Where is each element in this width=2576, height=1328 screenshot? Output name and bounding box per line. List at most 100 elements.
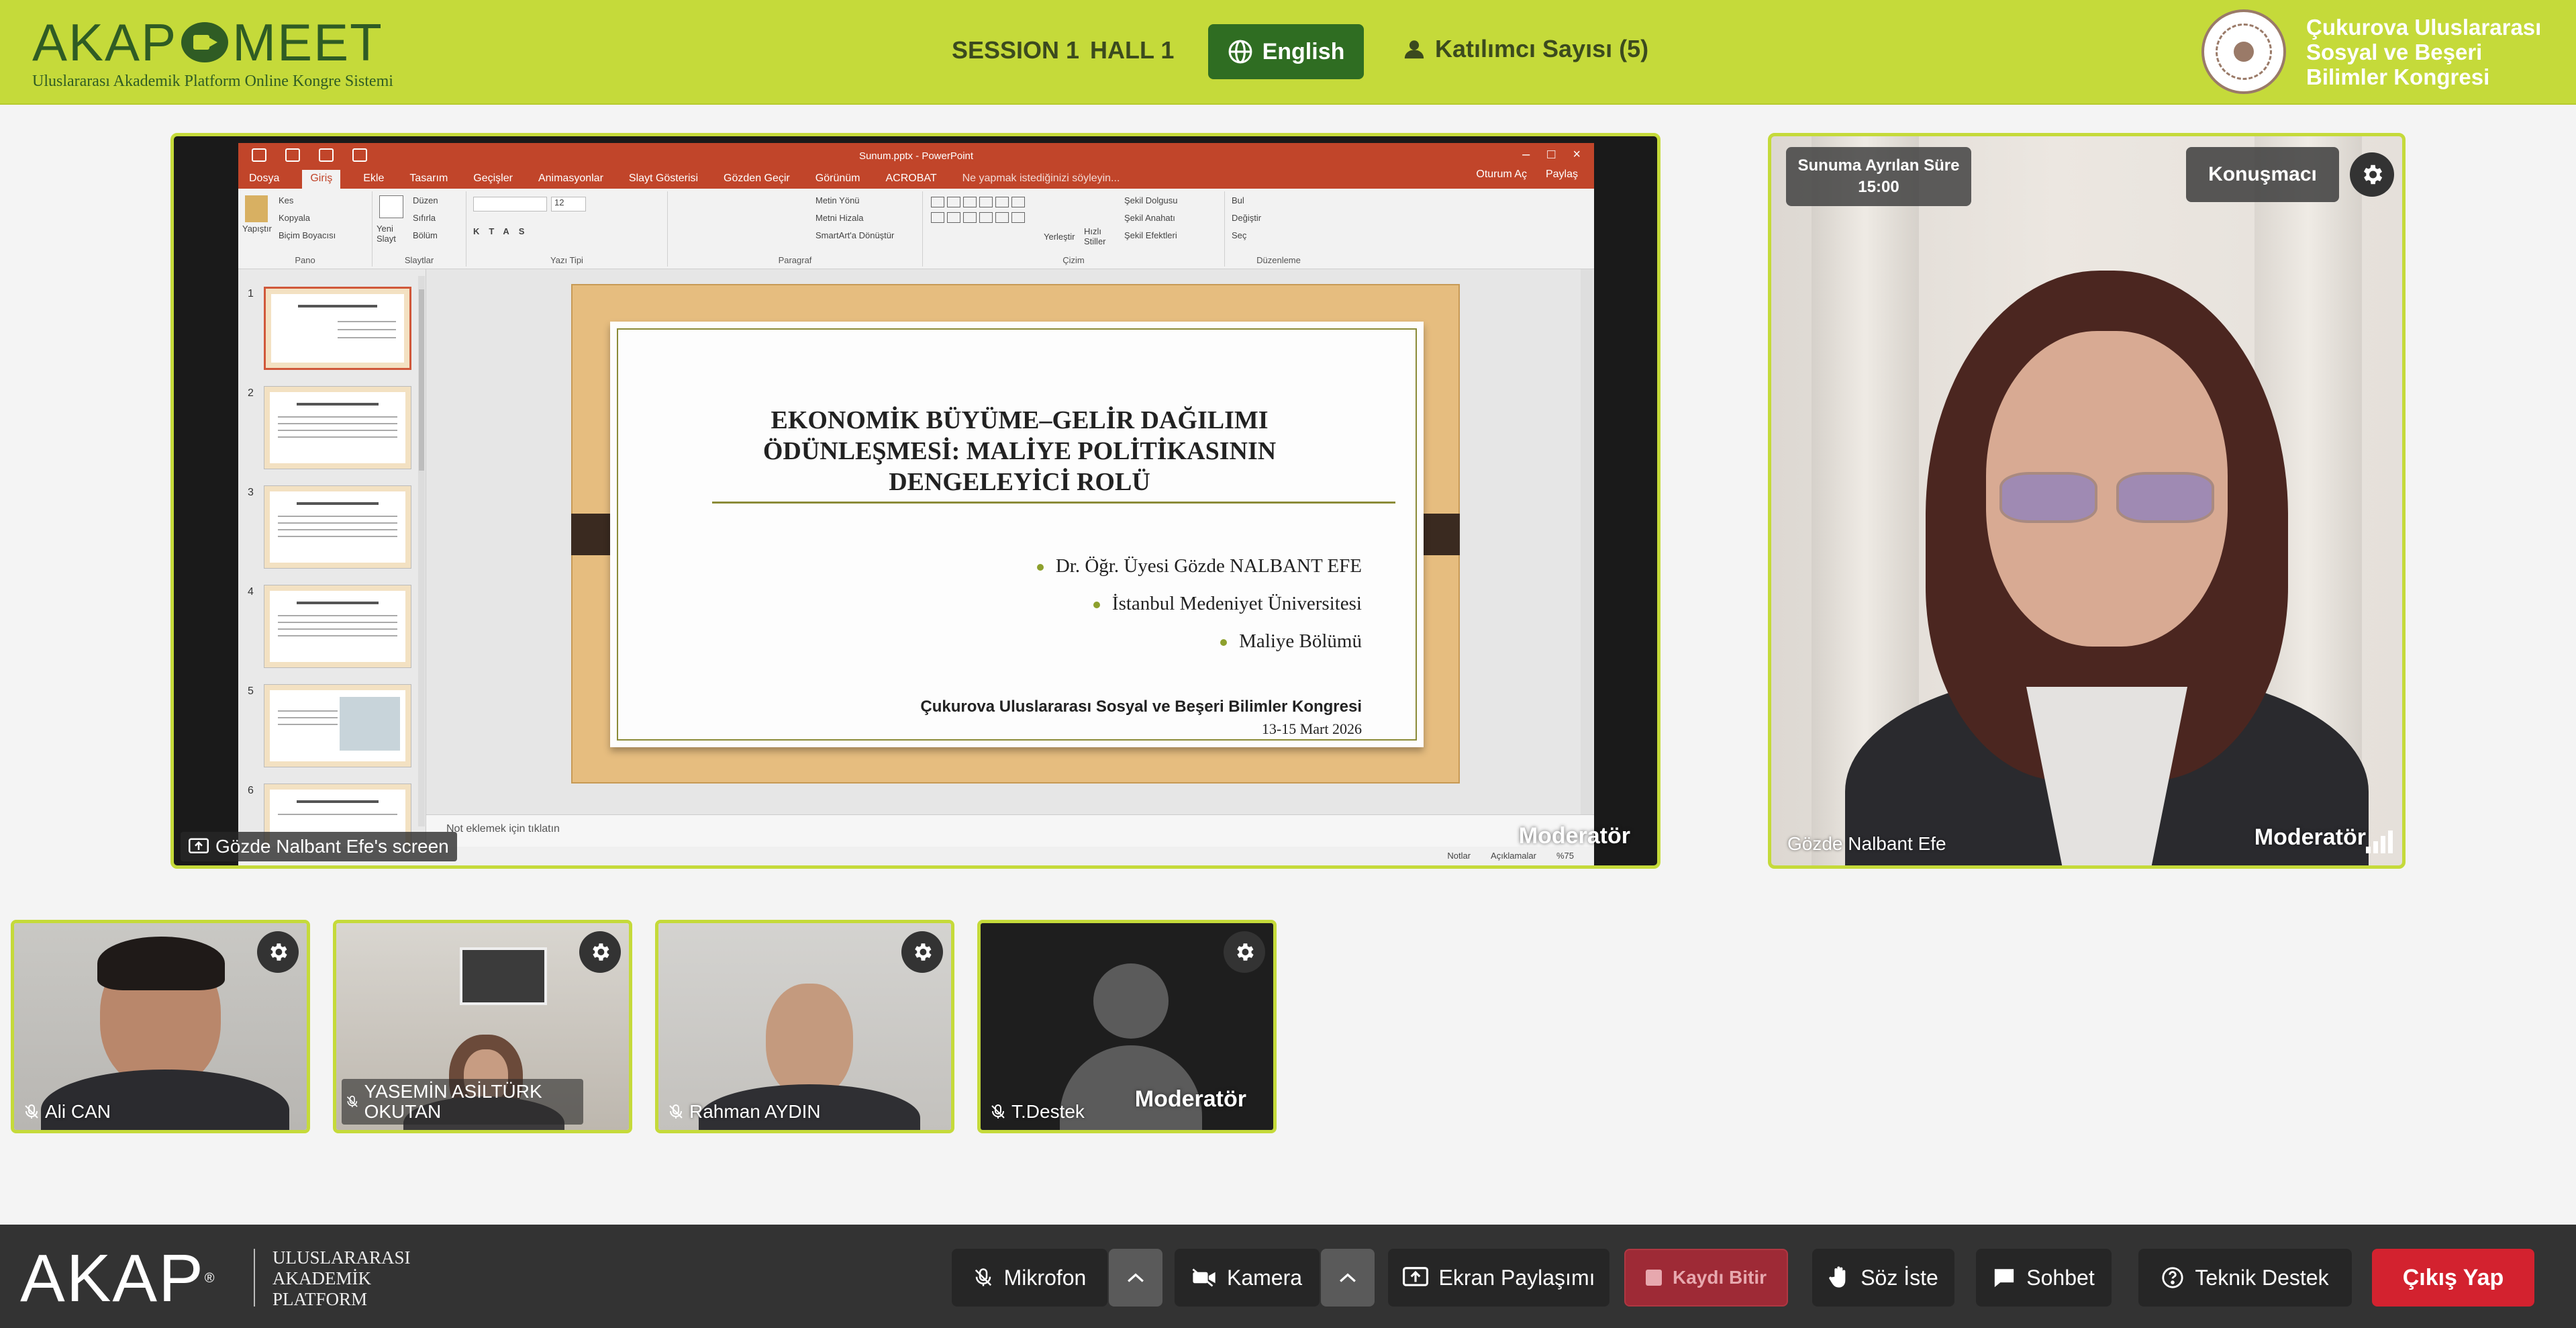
participant-count-button[interactable]: Katılımcı Sayısı (5) — [1403, 35, 1648, 63]
participant-tile[interactable]: Ali CAN — [11, 920, 310, 1133]
speaker-settings-button[interactable] — [2350, 152, 2394, 197]
slide-bullet: İstanbul Medeniyet Üniversitesi — [1037, 585, 1362, 622]
ppt-tab: Görünüm — [815, 173, 860, 184]
participant-tile[interactable]: Rahman AYDIN — [655, 920, 954, 1133]
redo-icon — [319, 148, 334, 162]
ppt-tab-active: Giriş — [302, 170, 341, 189]
tile-settings-button[interactable] — [901, 931, 943, 973]
ppt-tab: Gözden Geçir — [724, 173, 790, 184]
slide-conference: Çukurova Uluslararası Sosyal ve Beşeri B… — [920, 698, 1362, 716]
bottom-control-bar: AKAP® ULUSLARARASI AKADEMİK PLATFORM Mik… — [0, 1225, 2576, 1328]
ribbon-group-editing: Bul Değiştir Seç Düzenleme — [1232, 195, 1301, 265]
slide-title-rule — [712, 502, 1395, 504]
speaker-name-label: Gözde Nalbant Efe — [1787, 833, 1946, 854]
powerpoint-window: Sunum.pptx - PowerPoint – □ × Dosya Giriş … — [238, 143, 1594, 865]
stop-recording-button[interactable]: Kaydı Bitir — [1624, 1249, 1788, 1307]
participant-tile[interactable]: YASEMİN ASİLTÜRK OKUTAN — [333, 920, 632, 1133]
tile-moderator-label: Moderatör — [1134, 1086, 1246, 1112]
screen-share-button[interactable]: Ekran Paylaşımı — [1388, 1249, 1609, 1307]
mic-muted-icon — [991, 1104, 1005, 1119]
technical-support-button[interactable]: Teknik Destek — [2138, 1249, 2352, 1307]
ribbon-group-font: 12 KTAS Yazı Tipi — [466, 191, 668, 267]
participant-name: YASEMİN ASİLTÜRK OKUTAN — [342, 1079, 583, 1125]
tell-me-search: Ne yapmak istediğinizi söyleyin... — [962, 173, 1120, 184]
mic-muted-icon — [669, 1104, 683, 1119]
screen-share-icon — [1402, 1267, 1428, 1286]
mic-muted-icon — [25, 1104, 38, 1119]
font-size-field: 12 — [551, 197, 586, 211]
slide-thumbnail — [264, 287, 411, 370]
ppt-tab: Dosya — [249, 173, 280, 184]
font-name-field — [473, 197, 547, 211]
ppt-tab: Geçişler — [473, 173, 513, 184]
close-icon: × — [1573, 147, 1581, 162]
slide-bullet: Dr. Öğr. Üyesi Gözde NALBANT EFE — [1036, 547, 1362, 585]
tile-settings-button[interactable] — [579, 931, 621, 973]
congress-emblem-logo — [2201, 9, 2286, 94]
speaker-video-frame — [1845, 244, 2369, 865]
ppt-tab: Animasyonlar — [538, 173, 603, 184]
slide-thumbnail — [264, 386, 411, 469]
chevron-up-icon — [1340, 1273, 1356, 1282]
chat-button[interactable]: Sohbet — [1976, 1249, 2112, 1307]
akap-logo: AKAP® — [20, 1241, 216, 1316]
slide-bullets: Dr. Öğr. Üyesi Gözde NALBANT EFE İstanbu… — [1036, 547, 1362, 660]
raise-hand-button[interactable]: Söz İste — [1812, 1249, 1954, 1307]
presentation-time-badge: Sunuma Ayrılan Süre 15:00 — [1786, 147, 1971, 206]
screen-share-video[interactable]: Sunum.pptx - PowerPoint – □ × Dosya Giriş … — [170, 133, 1661, 869]
share-link: Paylaş — [1545, 169, 1578, 180]
globe-icon — [1228, 40, 1252, 64]
camera-options-button[interactable] — [1321, 1249, 1375, 1307]
logo-text-meet: MEET — [232, 13, 383, 72]
gear-icon — [270, 943, 287, 961]
ppt-window-title: Sunum.pptx - PowerPoint — [858, 150, 974, 162]
presentation-icon — [352, 148, 367, 162]
paste-icon — [245, 195, 268, 222]
ppt-title-bar: Sunum.pptx - PowerPoint – □ × — [238, 143, 1594, 169]
tile-settings-button[interactable] — [257, 931, 299, 973]
participant-tile[interactable]: T.Destek Moderatör — [977, 920, 1277, 1133]
microphone-button[interactable]: Mikrofon — [952, 1249, 1107, 1307]
speaker-moderator-label: Moderatör — [2254, 824, 2366, 850]
ribbon-group-clipboard: Yapıştır Kes Kopyala Biçim Boyacısı Pano — [238, 191, 373, 267]
chat-icon — [1995, 1269, 2014, 1288]
participant-name: T.Destek — [986, 1099, 1091, 1125]
ppt-tab: ACROBAT — [885, 173, 937, 184]
hall-label: HALL 1 — [1090, 36, 1175, 64]
sign-in-link: Oturum Aç — [1476, 169, 1527, 180]
ppt-ribbon: Yapıştır Kes Kopyala Biçim Boyacısı Pano… — [238, 189, 1594, 269]
person-icon — [1404, 40, 1424, 59]
avatar-placeholder-icon — [1093, 963, 1169, 1039]
slide-canvas: EKONOMİK BÜYÜME–GELİR DAĞILIMI ÖDÜNLEŞME… — [571, 284, 1460, 784]
slide-date: 13-15 Mart 2026 — [1261, 720, 1362, 737]
ppt-workspace: 1 2 3 4 5 6 EKONOMİK BÜYÜME–GELİR DAĞILI… — [238, 269, 1594, 847]
speaker-role-button[interactable]: Konuşmacı — [2186, 147, 2339, 202]
gear-icon — [915, 943, 932, 961]
notes-pane: Not eklemek için tıklatın — [426, 814, 1594, 847]
record-stop-icon — [1645, 1270, 1662, 1286]
gear-icon — [2363, 164, 2383, 185]
exit-button[interactable]: Çıkış Yap — [2372, 1249, 2534, 1307]
minimize-icon: – — [1522, 147, 1530, 162]
microphone-options-button[interactable] — [1109, 1249, 1162, 1307]
camera-button[interactable]: Kamera — [1175, 1249, 1320, 1307]
language-label: English — [1262, 38, 1345, 64]
akap-meet-logo: AKAP MEET Uluslararası Akademik Platform… — [32, 16, 393, 91]
top-header: AKAP MEET Uluslararası Akademik Platform… — [0, 0, 2576, 105]
ribbon-group-slides: Yeni Slayt Düzen Sıfırla Bölüm Slaytlar — [373, 191, 466, 267]
congress-title: Çukurova Uluslararası Sosyal ve Beşeri B… — [2306, 15, 2542, 89]
ribbon-group-drawing: Yerleştir Hızlı Stiller Şekil Dolgusu Şe… — [923, 191, 1225, 267]
speaker-video[interactable]: Sunuma Ayrılan Süre 15:00 Konuşmacı Gözd… — [1768, 133, 2406, 869]
moderator-label: Moderatör — [1518, 823, 1630, 849]
slide-scrollbar — [1581, 269, 1593, 814]
chevron-up-icon — [1128, 1273, 1144, 1282]
tile-settings-button[interactable] — [1224, 931, 1265, 973]
hand-icon — [1829, 1266, 1846, 1288]
undo-icon — [285, 148, 300, 162]
ribbon-group-paragraph: Metin Yönü Metni Hizala SmartArt'a Dönüş… — [668, 191, 923, 267]
language-button[interactable]: English — [1208, 24, 1364, 79]
new-slide-icon — [379, 195, 403, 218]
slide-thumbnail — [264, 684, 411, 767]
mic-muted-icon — [975, 1268, 991, 1286]
camera-logo-icon — [181, 22, 229, 62]
